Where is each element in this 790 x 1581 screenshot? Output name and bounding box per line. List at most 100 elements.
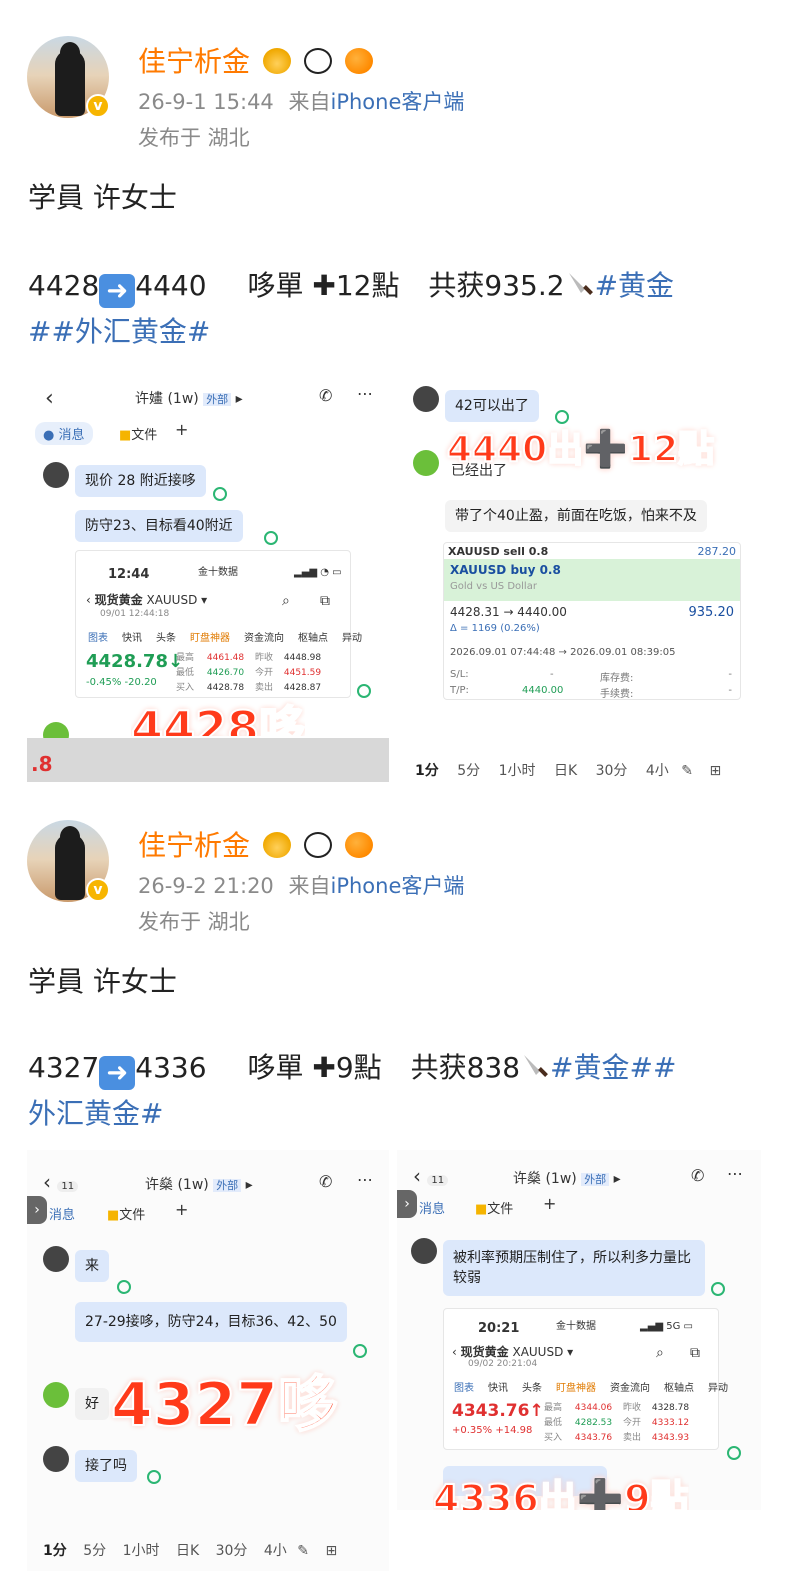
post-line-1: 学員 许女士 [28,181,177,214]
read-check-icon [147,1470,161,1484]
overlay-exit-label: 4336出➕9點 [433,1476,689,1510]
chat-message: 防守23、目标看40附近 [75,510,243,542]
post-1: v 佳宁析金 26-9-1 15:44 来自iPhone客户端 发布于 湖北 学… [0,0,790,790]
quote-stats: 最高 4461.48 昨收 4448.98 最低 4426.70 今开 4451… [176,653,322,693]
phone-icon[interactable]: ✆ [691,1166,704,1185]
avatar [43,1446,69,1472]
read-check-icon [117,1280,131,1294]
hashtag-gold[interactable]: #黄金## [550,1051,676,1084]
author-row: 佳宁析金 [138,40,373,80]
read-check-icon [727,1446,741,1460]
add-icon[interactable]: + [175,1200,188,1219]
side-toggle-icon[interactable]: › [397,1190,417,1218]
overlay-entry-label: 4428哆 [131,700,306,736]
chat-screenshot-right[interactable]: 42可以出了 4440出➕12點 已经出了 带了个40止盈，前面在吃饭，怕来不及… [405,370,755,782]
back-icon[interactable]: ‹ [45,386,54,411]
tab-messages[interactable]: 消息 [49,1204,75,1223]
chat-screenshot-right[interactable]: ‹ 11 许燊 (1w) 外部 ▸ ✆ ⋯ › 消息 ■文件 + 被利率预期压制… [397,1150,761,1510]
plus-points: 9點 [335,1051,382,1084]
timeframe-bar[interactable]: 1分 5分 1小时 日K 30分 4小 ✎ ⊞ [43,1540,337,1560]
exit-price: 4336 [135,1051,207,1084]
post-location: 发布于 湖北 [138,126,250,150]
chat-message: 带了个40止盈，前面在吃饭，怕来不及 [445,500,707,532]
read-check-icon [353,1344,367,1358]
search-icon[interactable]: ⌕ [282,593,290,609]
hashtag-forex-gold[interactable]: 外汇黄金# [28,1092,163,1132]
profit-value: 935.2 [484,269,565,302]
source-link[interactable]: iPhone客户端 [330,874,464,898]
order-tp-row: T/P: 4440.00 手续费: - [450,685,732,700]
more-icon[interactable]: ⋯ [727,1164,743,1183]
read-check-icon [357,684,371,698]
order-sl-row: S/L: - 库存费: - [450,669,732,684]
add-icon[interactable]: + [543,1194,556,1213]
overlay-entry-label: 4327哆 [110,1369,339,1441]
chat-title: 许燊 (1w) 外部 ▸ [145,1177,253,1193]
quote-date: 09/02 20:21:04 [468,1359,538,1369]
share-icon[interactable]: ⧉ [320,593,330,609]
draw-tool-icon[interactable]: ✎ [681,763,693,779]
source-prefix: 来自 [288,874,331,898]
crown-icon [262,832,291,858]
back-icon[interactable]: ‹ 11 [413,1164,449,1188]
search-icon[interactable]: ⌕ [656,1345,664,1361]
tab-files[interactable]: ■文件 [475,1198,513,1217]
chat-screenshot-left[interactable]: ‹ 11 许燊 (1w) 外部 ▸ ✆ ⋯ › 消息 ■文件 + 来 27-29… [27,1150,389,1571]
signal-icon: ▂▄▆ ◔ ▭ [294,567,342,578]
timeframe-bar[interactable]: 1分 5分 1小时 日K 30分 4小 ✎ ⊞ [415,760,721,780]
tab-files[interactable]: ■文件 [107,1204,145,1223]
grid-icon[interactable]: ⊞ [709,763,721,779]
quote-card[interactable]: 20:21 金十数据 ▂▄▆ 5G ▭ ‹ 现货黄金 XAUUSD ▾ 09/0… [443,1308,728,1450]
avatar [43,1246,69,1272]
chart-strip: .8 [27,738,389,782]
add-icon[interactable]: + [175,420,188,439]
chat-title: 许嫿 (1w) 外部 ▸ [135,391,243,407]
chat-message: 现价 28 附近接哆 [75,465,206,497]
grid-icon[interactable]: ⊞ [325,1543,337,1559]
right-arrow-icon: ➜ [99,274,136,308]
external-badge: 外部 [203,393,232,406]
author-name[interactable]: 佳宁析金 [138,45,250,78]
source-link[interactable]: iPhone客户端 [330,90,464,114]
quote-card[interactable]: 12:44 金十数据 ▂▄▆ ◔ ▭ ‹ 现货黄金 XAUUSD ▾ 09/01… [75,550,362,698]
order-card[interactable]: XAUUSD sell 0.8 287.20 XAUUSD buy 0.8 Go… [443,542,741,700]
order-buy: XAUUSD buy 0.8 [450,563,561,577]
author-name[interactable]: 佳宁析金 [138,829,250,862]
share-icon[interactable]: ⧉ [690,1345,700,1361]
phone-icon[interactable]: ✆ [319,1172,332,1191]
tab-files[interactable]: ■文件 [119,424,157,443]
order-highlight: XAUUSD buy 0.8 Gold vs US Dollar [444,559,740,601]
entry-price: 4428 [28,269,100,302]
draw-tool-icon[interactable]: ✎ [297,1543,309,1559]
quote-time: 12:44 [108,567,150,582]
profit-label: 共获 [410,1051,467,1084]
quote-title: ‹ 现货黄金 XAUUSD ▾ [452,1345,574,1359]
back-icon[interactable]: ‹ 11 [43,1170,79,1194]
quote-tabs[interactable]: 图表 快讯 头条 盯盘神器 资金流向 枢轴点 异动 [454,1379,742,1394]
panda-icon [303,832,332,858]
fish-icon [344,48,373,74]
order-profit: 935.20 [688,605,735,620]
quote-app: 金十数据 [556,1321,596,1332]
chat-message: 来 [75,1250,109,1282]
verified-badge-icon: v [86,94,110,118]
chat-message: 已经出了 [451,463,507,479]
read-check-icon [213,487,227,501]
read-check-icon [711,1282,725,1296]
action-label: 哆單 [247,1051,304,1084]
phone-icon[interactable]: ✆ [319,386,332,405]
more-icon[interactable]: ⋯ [357,384,373,403]
post-trade-line: 4327 ➜ 4336 哆單 ✚9點 共获838 #黄金## [28,1046,676,1090]
knife-icon [524,1055,548,1077]
hashtag-gold[interactable]: #黄金 [595,269,674,302]
more-icon[interactable]: ⋯ [357,1170,373,1189]
tab-messages[interactable]: ● 消息 [35,422,93,445]
quote-price: 4428.78↓ [86,651,184,672]
tab-messages[interactable]: 消息 [419,1198,445,1217]
chat-title: 许燊 (1w) 外部 ▸ [513,1171,621,1187]
chat-screenshot-left[interactable]: ‹ 许嫿 (1w) 外部 ▸ ✆ ⋯ ● 消息 ■文件 + 现价 28 附近接哆… [27,370,389,782]
hashtag-forex-gold[interactable]: ##外汇黄金# [28,310,210,350]
order-times: 2026.09.01 07:44:48 → 2026.09.01 08:39:0… [450,647,676,658]
side-toggle-icon[interactable]: › [27,1196,47,1224]
quote-tabs[interactable]: 图表 快讯 头条 盯盘神器 资金流向 枢轴点 异动 [88,629,376,644]
